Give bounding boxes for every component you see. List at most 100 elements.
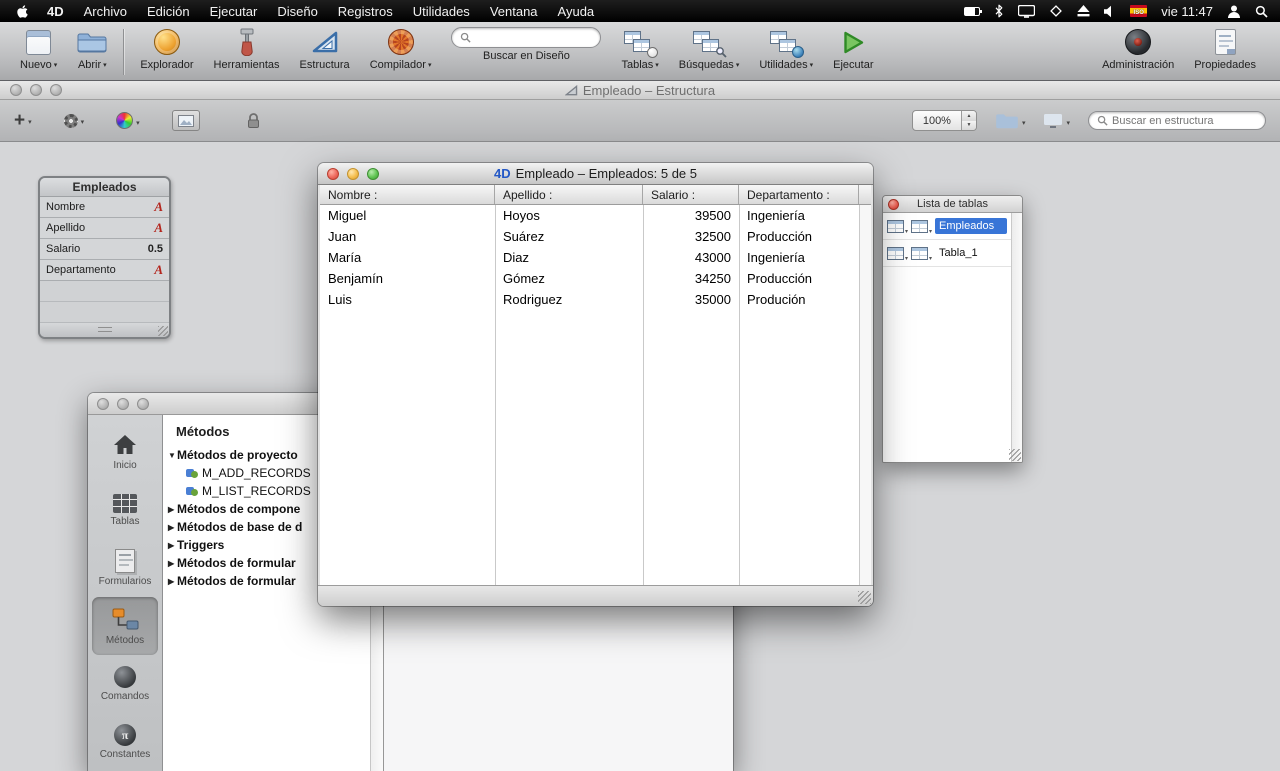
add-table-button[interactable]: +▾: [14, 113, 32, 128]
column-header-departamento[interactable]: Departamento :: [739, 185, 859, 204]
zoom-button[interactable]: [137, 398, 149, 410]
close-button[interactable]: [97, 398, 109, 410]
structure-search-field[interactable]: [1088, 111, 1266, 130]
field-row[interactable]: Salario0.5: [40, 239, 169, 260]
table-icon[interactable]: [887, 220, 904, 233]
bluetooth-icon[interactable]: [994, 4, 1004, 18]
diamond-status-icon[interactable]: [1049, 4, 1063, 18]
minimize-button[interactable]: [30, 84, 42, 96]
menu-diseno[interactable]: Diseño: [267, 0, 327, 22]
battery-icon[interactable]: [964, 7, 980, 16]
form-icon[interactable]: [911, 220, 928, 233]
menu-4d[interactable]: 4D: [37, 0, 74, 22]
menu-registros[interactable]: Registros: [328, 0, 403, 22]
close-button[interactable]: [10, 84, 22, 96]
triangle-collapsed-icon[interactable]: ▶: [163, 577, 177, 586]
volume-icon[interactable]: [1104, 5, 1116, 18]
table-list-row[interactable]: ▾ ▾ Empleados: [883, 213, 1011, 240]
table-name[interactable]: Tabla_1: [935, 245, 1007, 261]
toolbar-herramientas-button[interactable]: Herramientas: [214, 27, 280, 71]
sidebar-item-tablas[interactable]: Tablas: [92, 481, 158, 539]
zoom-stepper[interactable]: ▲▼: [961, 111, 976, 130]
menu-archivo[interactable]: Archivo: [74, 0, 137, 22]
column-header-salario[interactable]: Salario :: [643, 185, 739, 204]
records-titlebar[interactable]: 4D Empleado – Empleados: 5 de 5: [318, 163, 873, 185]
color-button[interactable]: ▾: [116, 112, 140, 129]
table-box-title[interactable]: Empleados: [40, 178, 169, 197]
toolbar-utilidades-button[interactable]: Utilidades▾: [759, 27, 813, 71]
triangle-collapsed-icon[interactable]: ▶: [163, 505, 177, 514]
zoom-button[interactable]: [367, 168, 379, 180]
explorer-sidebar: Inicio Tablas Formularios Métodos Comand…: [88, 415, 163, 771]
table-list-titlebar[interactable]: Lista de tablas: [883, 196, 1022, 213]
zoom-control[interactable]: 100% ▲▼: [912, 110, 977, 131]
minimize-button[interactable]: [117, 398, 129, 410]
toolbar-ejecutar-button[interactable]: Ejecutar: [833, 27, 873, 71]
sidebar-item-metodos[interactable]: Métodos: [92, 597, 158, 655]
drag-handle-icon[interactable]: [98, 327, 112, 332]
menu-ejecutar[interactable]: Ejecutar: [200, 0, 268, 22]
table-box-empleados[interactable]: Empleados NombreA ApellidoA Salario0.5 D…: [38, 176, 171, 339]
structure-search-input[interactable]: [1112, 115, 1257, 127]
method-icon: [186, 485, 198, 497]
diagram-view-button[interactable]: [172, 110, 200, 131]
sidebar-item-inicio[interactable]: Inicio: [92, 423, 158, 481]
display-view-button[interactable]: ▾: [1043, 113, 1070, 129]
field-row[interactable]: ApellidoA: [40, 218, 169, 239]
toolbar-tablas-button[interactable]: Tablas▾: [621, 27, 658, 71]
column-header-apellido[interactable]: Apellido :: [495, 185, 643, 204]
close-button[interactable]: [327, 168, 339, 180]
triangle-collapsed-icon[interactable]: ▶: [163, 541, 177, 550]
spotlight-search-icon[interactable]: [1255, 5, 1268, 18]
table-list-scrollbar[interactable]: [1011, 213, 1022, 462]
apple-menu[interactable]: [0, 0, 37, 22]
design-search-field[interactable]: [451, 27, 601, 48]
settings-button[interactable]: ▾: [64, 114, 85, 128]
sidebar-item-comandos[interactable]: Comandos: [92, 655, 158, 713]
menu-utilidades[interactable]: Utilidades: [403, 0, 480, 22]
resize-grip[interactable]: [858, 591, 871, 604]
field-row[interactable]: DepartamentoA: [40, 260, 169, 281]
display-icon[interactable]: [1018, 5, 1035, 18]
table-list-row[interactable]: ▾ ▾ Tabla_1: [883, 240, 1011, 267]
toolbar-explorador-button[interactable]: Explorador: [140, 27, 193, 71]
table-icon[interactable]: [887, 247, 904, 260]
triangle-expanded-icon[interactable]: ▼: [163, 451, 177, 460]
resize-grip[interactable]: [158, 326, 168, 336]
column-header-nombre[interactable]: Nombre :: [320, 185, 495, 204]
menu-ventana[interactable]: Ventana: [480, 0, 548, 22]
lock-button[interactable]: [246, 112, 261, 129]
table-row[interactable]: Benjamín Gómez 34250 Producción: [320, 268, 871, 289]
toolbar-propiedades-button[interactable]: Propiedades: [1194, 27, 1256, 71]
folder-view-button[interactable]: ▾: [995, 112, 1026, 129]
table-name[interactable]: Empleados: [935, 218, 1007, 234]
minimize-button[interactable]: [347, 168, 359, 180]
fast-user-switching-icon[interactable]: [1227, 4, 1241, 18]
structure-titlebar[interactable]: Empleado – Estructura: [0, 81, 1280, 100]
triangle-collapsed-icon[interactable]: ▶: [163, 523, 177, 532]
sidebar-item-formularios[interactable]: Formularios: [92, 539, 158, 597]
design-search-input[interactable]: [475, 32, 592, 44]
field-row[interactable]: NombreA: [40, 197, 169, 218]
eject-icon[interactable]: [1077, 5, 1090, 17]
menu-ayuda[interactable]: Ayuda: [548, 0, 605, 22]
triangle-collapsed-icon[interactable]: ▶: [163, 559, 177, 568]
sidebar-item-constantes[interactable]: π Constantes: [92, 713, 158, 771]
table-row[interactable]: Miguel Hoyos 39500 Ingeniería: [320, 205, 871, 226]
table-row[interactable]: María Diaz 43000 Ingeniería: [320, 247, 871, 268]
input-source-flag[interactable]: ISO: [1130, 5, 1147, 17]
toolbar-busquedas-button[interactable]: Búsquedas▾: [679, 27, 740, 71]
toolbar-administracion-button[interactable]: Administración: [1102, 27, 1174, 71]
menubar-clock[interactable]: vie 11:47: [1161, 4, 1213, 19]
resize-grip[interactable]: [1009, 449, 1021, 461]
close-button[interactable]: [888, 199, 899, 210]
form-icon[interactable]: [911, 247, 928, 260]
table-row[interactable]: Juan Suárez 32500 Producción: [320, 226, 871, 247]
table-row[interactable]: Luis Rodriguez 35000 Produción: [320, 289, 871, 310]
menu-edicion[interactable]: Edición: [137, 0, 200, 22]
zoom-button[interactable]: [50, 84, 62, 96]
toolbar-estructura-button[interactable]: Estructura: [300, 27, 350, 71]
toolbar-compilador-button[interactable]: Compilador▾: [370, 27, 432, 71]
toolbar-nuevo-button[interactable]: Nuevo▾: [20, 27, 57, 71]
toolbar-abrir-button[interactable]: Abrir▾: [77, 27, 107, 71]
